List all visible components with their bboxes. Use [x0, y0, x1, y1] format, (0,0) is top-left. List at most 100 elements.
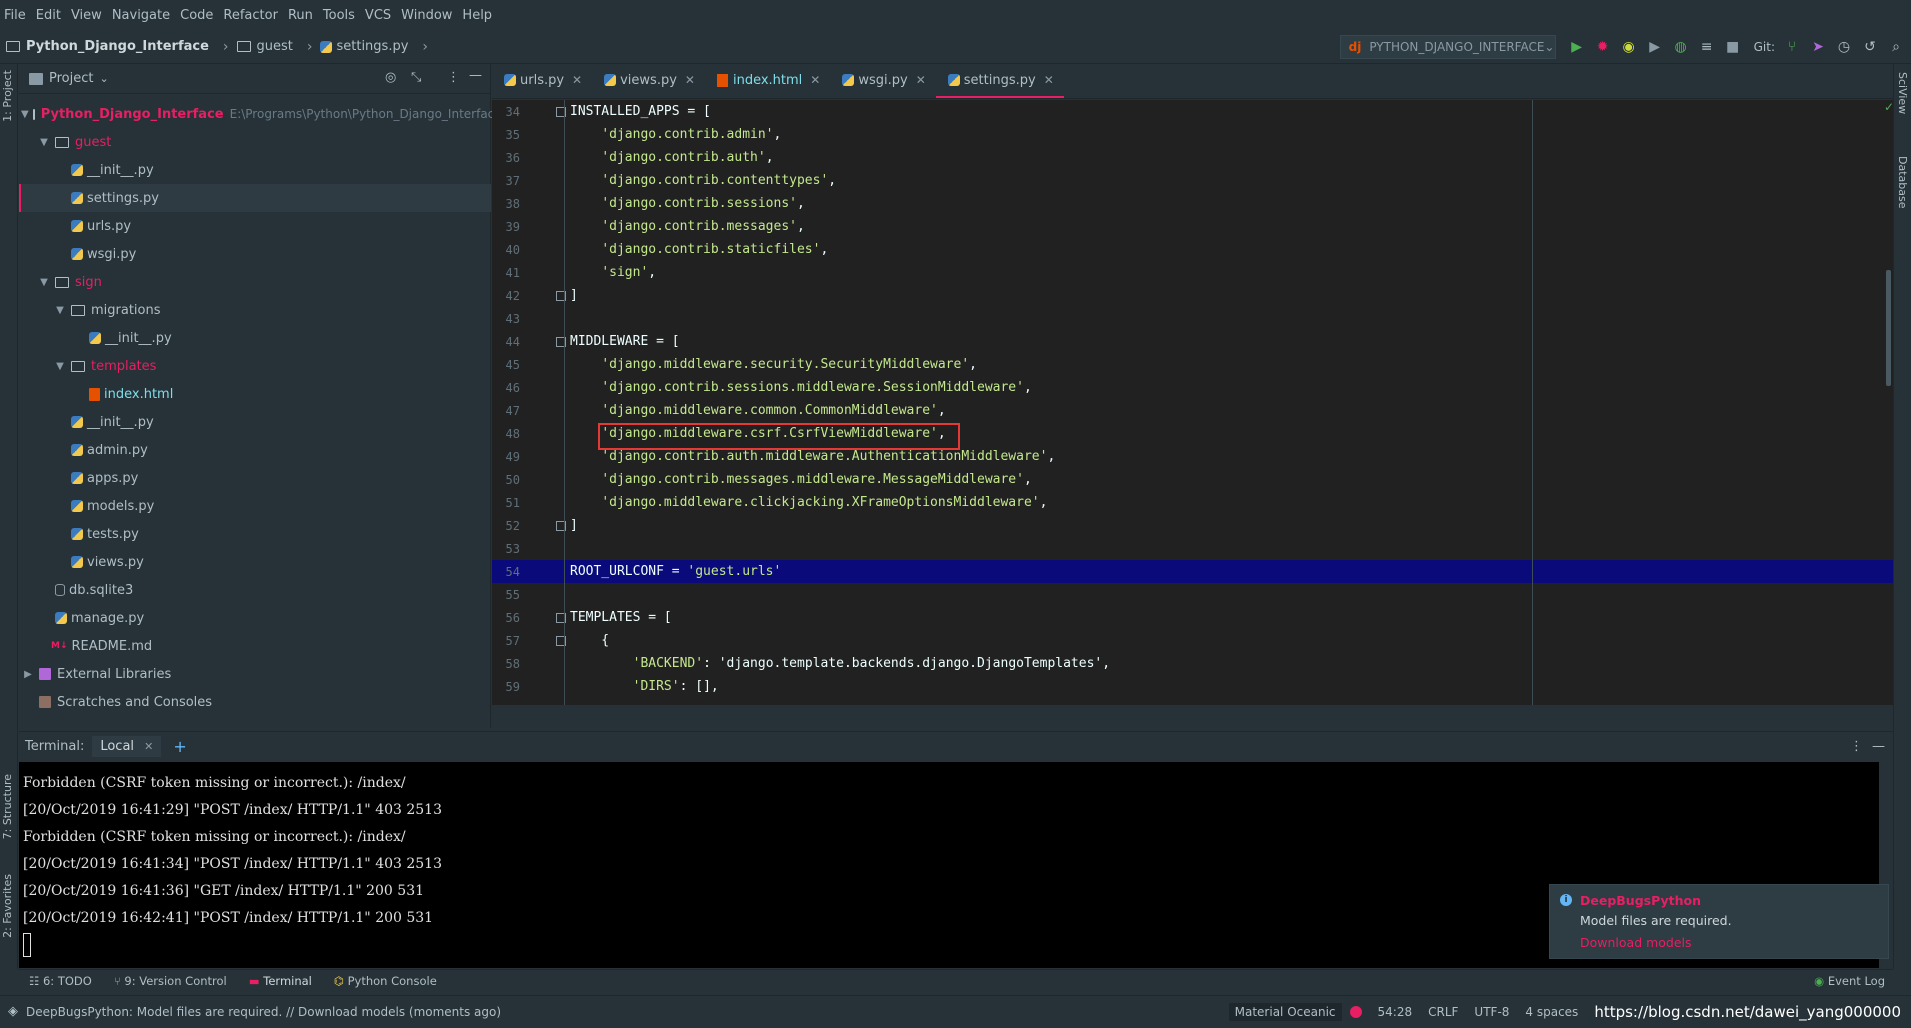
menu-navigate[interactable]: Navigate [112, 8, 170, 23]
status-message[interactable]: DeepBugsPython: Model files are required… [26, 1005, 501, 1019]
tree-item-sign[interactable]: ▼ sign [19, 268, 491, 296]
tool-window-sciview[interactable]: SciView [1896, 72, 1909, 114]
tree-item-settings[interactable]: settings.py [19, 184, 491, 212]
tool-tab-version-control[interactable]: ⑂ 9: Version Control [114, 974, 227, 988]
code-line[interactable]: 36 'django.contrib.auth', [492, 146, 1893, 169]
tree-item-external-libraries[interactable]: ▶ External Libraries [19, 660, 491, 688]
git-push-icon[interactable]: ➤ [1807, 36, 1829, 58]
tree-item-guest[interactable]: ▼ guest [19, 128, 491, 156]
tree-item-models[interactable]: models.py [19, 492, 491, 520]
debug-icon[interactable]: ✹ [1592, 36, 1614, 58]
code-line[interactable]: 58 'BACKEND': 'django.template.backends.… [492, 652, 1893, 675]
editor-tab-settings[interactable]: settings.py ✕ [935, 64, 1064, 98]
code-line[interactable]: 53 [492, 537, 1893, 560]
concurrency-icon[interactable]: ◍ [1670, 36, 1692, 58]
tool-tab-terminal[interactable]: ▬ Terminal [249, 974, 312, 988]
code-line[interactable]: 54 ROOT_URLCONF = 'guest.urls' [492, 560, 1893, 583]
project-panel-title[interactable]: Project [49, 71, 93, 86]
tree-item-admin[interactable]: admin.py [19, 436, 491, 464]
editor-tab-urls[interactable]: urls.py ✕ [492, 64, 592, 98]
coverage-icon[interactable]: ◉ [1618, 36, 1640, 58]
download-models-link[interactable]: Download models [1580, 935, 1878, 950]
tree-item-project-root[interactable]: ▼ Python_Django_Interface E:\Programs\Py… [19, 100, 502, 128]
editor-tab-index-html[interactable]: index.html ✕ [705, 64, 830, 98]
code-line[interactable]: 40 'django.contrib.staticfiles', [492, 238, 1893, 261]
git-rollback-icon[interactable]: ↺ [1859, 36, 1881, 58]
code-editor[interactable]: 34 INSTALLED_APPS = [35 'django.contrib.a… [492, 100, 1893, 705]
tree-item-sign-init[interactable]: __init__.py [19, 408, 491, 436]
minimize-icon[interactable]: — [1872, 739, 1885, 754]
close-icon[interactable]: ✕ [144, 740, 153, 753]
tree-item-tests[interactable]: tests.py [19, 520, 491, 548]
search-icon[interactable]: ⌕ [1885, 36, 1907, 58]
menu-refactor[interactable]: Refactor [223, 8, 278, 23]
breadcrumb-project[interactable]: Python_Django_Interface [6, 39, 209, 54]
terminal-tab-local[interactable]: Local ✕ [92, 736, 162, 757]
tool-window-structure[interactable]: 7: Structure [1, 774, 14, 839]
add-terminal-icon[interactable]: + [173, 737, 186, 756]
options-icon[interactable]: ⋮ [447, 70, 460, 85]
tool-tab-todo[interactable]: ☷ 6: TODO [29, 974, 92, 988]
caret-position[interactable]: 54:28 [1378, 1005, 1413, 1019]
tool-window-database[interactable]: Database [1896, 156, 1909, 209]
menu-run[interactable]: Run [288, 8, 313, 23]
breadcrumb-folder[interactable]: guest [236, 39, 293, 54]
code-line[interactable]: 46 'django.contrib.sessions.middleware.S… [492, 376, 1893, 399]
close-icon[interactable]: ✕ [1044, 73, 1054, 87]
indent-setting[interactable]: 4 spaces [1525, 1005, 1578, 1019]
tree-item-db-sqlite3[interactable]: db.sqlite3 [19, 576, 491, 604]
close-icon[interactable]: ✕ [916, 73, 926, 87]
menu-help[interactable]: Help [462, 8, 492, 23]
close-icon[interactable]: ✕ [810, 73, 820, 87]
git-update-icon[interactable]: ⑂ [1781, 36, 1803, 58]
breadcrumb-file[interactable]: settings.py [320, 39, 408, 54]
code-line[interactable]: 41 'sign', [492, 261, 1893, 284]
code-line[interactable]: 50 'django.contrib.messages.middleware.M… [492, 468, 1893, 491]
run-icon[interactable]: ▶ [1566, 36, 1588, 58]
tree-item-urls[interactable]: urls.py [19, 212, 491, 240]
tree-item-migrations[interactable]: ▼ migrations [19, 296, 491, 324]
code-line[interactable]: 51 'django.middleware.clickjacking.XFram… [492, 491, 1893, 514]
collapse-icon[interactable]: ⤡ [411, 70, 421, 85]
menu-window[interactable]: Window [401, 8, 452, 23]
theme-indicator[interactable]: Material Oceanic [1228, 1003, 1342, 1021]
options-icon[interactable]: ⋮ [1850, 739, 1863, 754]
code-line[interactable]: 42] [492, 284, 1893, 307]
code-line[interactable]: 39 'django.contrib.messages', [492, 215, 1893, 238]
menu-view[interactable]: View [71, 8, 102, 23]
menu-file[interactable]: File [4, 8, 26, 23]
menu-code[interactable]: Code [180, 8, 213, 23]
close-icon[interactable]: ✕ [572, 73, 582, 87]
menu-vcs[interactable]: VCS [365, 8, 391, 23]
menu-edit[interactable]: Edit [36, 8, 61, 23]
code-line[interactable]: 35 'django.contrib.admin', [492, 123, 1893, 146]
editor-tab-views[interactable]: views.py ✕ [592, 64, 705, 98]
code-line[interactable]: 47 'django.middleware.common.CommonMiddl… [492, 399, 1893, 422]
stop-icon[interactable]: ■ [1722, 36, 1744, 58]
file-encoding[interactable]: UTF-8 [1474, 1005, 1509, 1019]
code-line[interactable]: 44 MIDDLEWARE = [ [492, 330, 1893, 353]
tree-item-apps[interactable]: apps.py [19, 464, 491, 492]
close-icon[interactable]: ✕ [685, 73, 695, 87]
tree-item-migrations-init[interactable]: __init__.py [19, 324, 491, 352]
editor-scrollbar[interactable] [1886, 270, 1891, 386]
line-separator[interactable]: CRLF [1428, 1005, 1458, 1019]
minimize-icon[interactable]: — [469, 68, 482, 83]
code-line[interactable]: 45 'django.middleware.security.SecurityM… [492, 353, 1893, 376]
code-line[interactable]: 56 TEMPLATES = [ [492, 606, 1893, 629]
tree-item-views[interactable]: views.py [19, 548, 491, 576]
tree-item-index-html[interactable]: index.html [19, 380, 491, 408]
build-icon[interactable]: ≡ [1696, 36, 1718, 58]
code-line[interactable]: 34 INSTALLED_APPS = [ [492, 100, 1893, 123]
tool-tab-event-log[interactable]: ◉ Event Log [1814, 974, 1885, 988]
code-line[interactable]: 55 [492, 583, 1893, 606]
tree-item-scratches[interactable]: Scratches and Consoles [19, 688, 491, 716]
tool-window-project[interactable]: 1: Project [1, 70, 14, 122]
code-line[interactable]: 38 'django.contrib.sessions', [492, 192, 1893, 215]
code-line[interactable]: 37 'django.contrib.contenttypes', [492, 169, 1893, 192]
editor-tab-wsgi[interactable]: wsgi.py ✕ [830, 64, 935, 98]
profile-icon[interactable]: ▶ [1644, 36, 1666, 58]
locate-icon[interactable]: ◎ [385, 70, 396, 85]
code-line[interactable]: 57 { [492, 629, 1893, 652]
tool-window-favorites[interactable]: 2: Favorites [1, 874, 14, 938]
